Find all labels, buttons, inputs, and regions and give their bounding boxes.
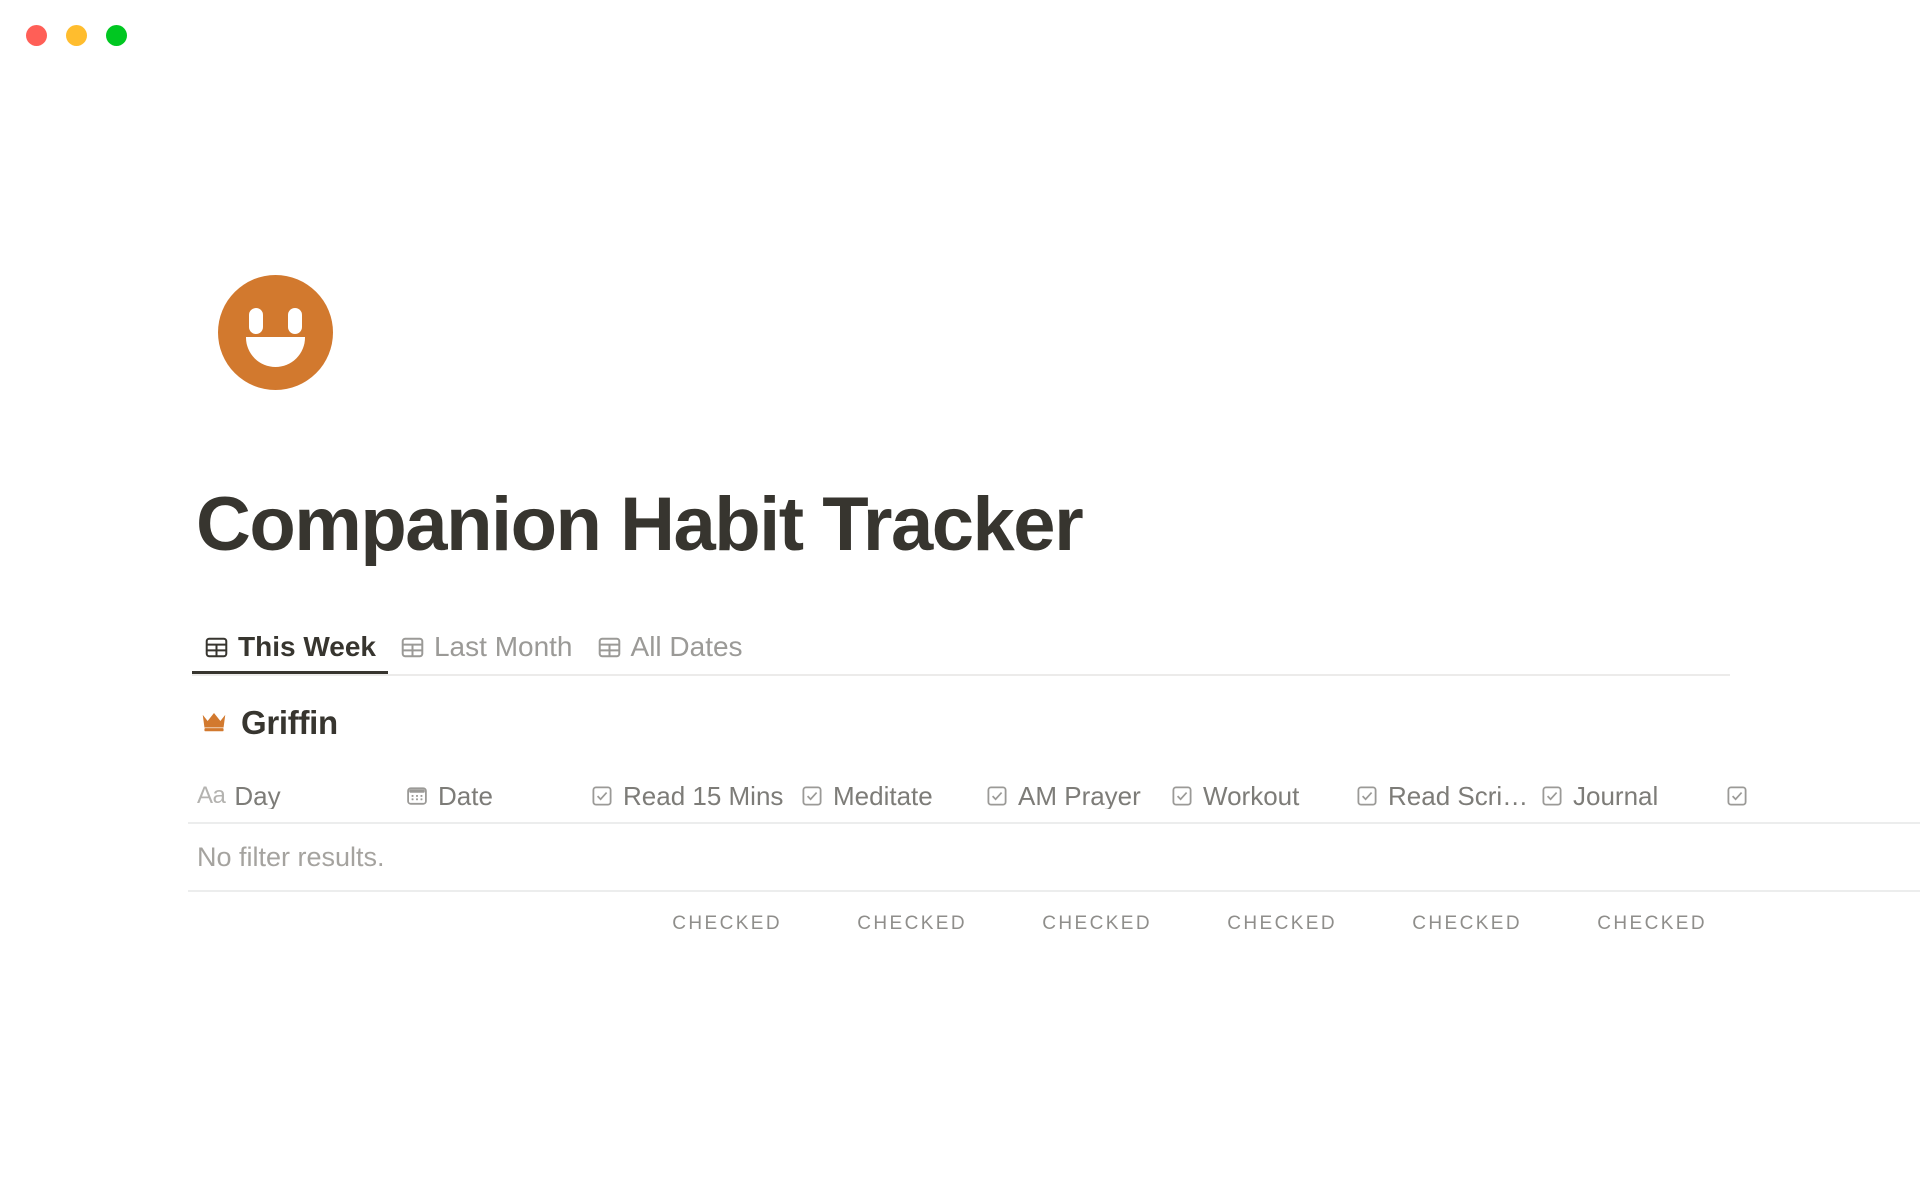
tab-label: Last Month [433, 631, 573, 662]
summary-workout[interactable]: Checked [1170, 914, 1355, 933]
summary-label: Checked [672, 912, 782, 934]
table-summary-row: Checked Checked Checked Checked Checked … [188, 892, 1920, 954]
column-header-journal[interactable]: Journal [1540, 783, 1725, 809]
summary-label: Checked [1412, 912, 1522, 934]
table-icon [204, 635, 229, 660]
window-titlebar [0, 0, 1920, 62]
page-icon[interactable] [218, 275, 333, 390]
text-aa-icon: Aa [197, 783, 226, 809]
summary-am-prayer[interactable]: Checked [985, 914, 1170, 933]
column-header-date[interactable]: Date [405, 783, 590, 809]
column-label: Day [234, 783, 281, 809]
tab-last-month[interactable]: Last Month [388, 620, 585, 674]
empty-results-message: No filter results. [197, 841, 385, 872]
column-label: Journal [1573, 783, 1659, 809]
checkbox-icon [985, 784, 1009, 808]
checkbox-icon [590, 784, 614, 808]
group-header[interactable]: Griffin [199, 705, 338, 740]
column-header-meditate[interactable]: Meditate [800, 783, 985, 809]
grinning-face-emoji [218, 275, 333, 390]
checkbox-icon [1170, 784, 1194, 808]
column-header-am-prayer[interactable]: AM Prayer [985, 783, 1170, 809]
database-table: Aa Day Date Read 15 Mins Meditate AM Pra… [188, 770, 1920, 954]
checkbox-icon [1355, 784, 1379, 808]
eye-left [249, 308, 263, 334]
summary-label: Checked [1042, 912, 1152, 934]
maximize-window-button[interactable] [106, 25, 127, 46]
tab-all-dates[interactable]: All Dates [585, 620, 755, 674]
table-icon [597, 635, 622, 660]
column-label: Date [438, 783, 493, 809]
column-label: Meditate [833, 783, 933, 809]
summary-label: Checked [1227, 912, 1337, 934]
tab-label: This Week [238, 631, 376, 662]
checkbox-icon [1725, 784, 1749, 808]
column-header-workout[interactable]: Workout [1170, 783, 1355, 809]
tab-label: All Dates [630, 631, 743, 662]
column-label: Read 15 Mins [623, 783, 784, 809]
empty-results-row: No filter results. [188, 824, 1920, 892]
column-header-read-scripture[interactable]: Read Scri… [1355, 783, 1540, 809]
column-header-day[interactable]: Aa Day [188, 783, 405, 809]
column-label: Workout [1203, 783, 1300, 809]
summary-read-15-mins[interactable]: Checked [590, 914, 800, 933]
view-tabs: This Week Last Month All Dates [192, 620, 1730, 676]
checkbox-icon [1540, 784, 1564, 808]
column-header-next-truncated[interactable] [1725, 784, 1910, 808]
summary-meditate[interactable]: Checked [800, 914, 985, 933]
summary-read-scripture[interactable]: Checked [1355, 914, 1540, 933]
summary-journal[interactable]: Checked [1540, 914, 1725, 933]
app-page: Companion Habit Tracker This Week Last M… [0, 0, 1920, 1200]
tab-this-week[interactable]: This Week [192, 620, 388, 674]
table-icon [400, 635, 425, 660]
summary-label: Checked [1597, 912, 1707, 934]
group-name: Griffin [241, 704, 338, 741]
close-window-button[interactable] [26, 25, 47, 46]
column-label: AM Prayer [1018, 783, 1141, 809]
column-label: Read Scri… [1388, 783, 1529, 809]
summary-label: Checked [857, 912, 967, 934]
traffic-light-buttons [26, 25, 127, 46]
crown-emoji [199, 705, 229, 740]
table-header-row: Aa Day Date Read 15 Mins Meditate AM Pra… [188, 770, 1920, 824]
checkbox-icon [800, 784, 824, 808]
column-header-read-15-mins[interactable]: Read 15 Mins [590, 783, 800, 809]
minimize-window-button[interactable] [66, 25, 87, 46]
calendar-icon [405, 784, 429, 808]
eye-right [288, 308, 302, 334]
smile-mouth [246, 337, 305, 367]
page-title[interactable]: Companion Habit Tracker [196, 487, 1084, 563]
